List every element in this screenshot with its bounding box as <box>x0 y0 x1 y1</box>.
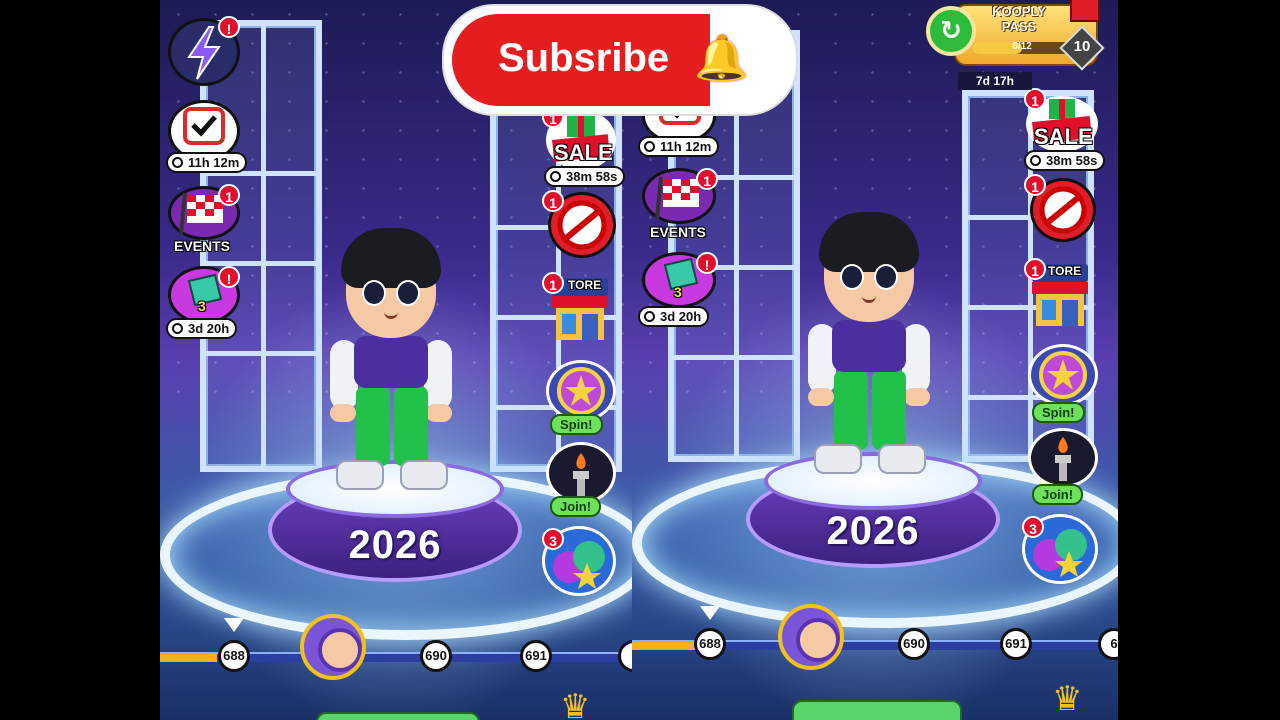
play-button[interactable] <box>316 712 480 720</box>
daily-timer: 11h 12m <box>638 136 720 157</box>
events-label: EVENTS <box>174 238 231 254</box>
player-avatar[interactable] <box>794 212 944 482</box>
no-ads-badge: 1 <box>1024 174 1046 196</box>
sale-timer: 38m 58s <box>544 166 626 187</box>
pack-count: 3 <box>674 284 682 300</box>
friends-badge: 3 <box>1022 516 1044 538</box>
events-badge: 1 <box>218 184 240 206</box>
current-level-marker <box>700 606 720 620</box>
events-label: EVENTS <box>650 224 707 240</box>
events-badge: 1 <box>696 168 718 190</box>
level-node-690[interactable]: 690 <box>420 640 452 672</box>
pass-progress-text: 6/12 <box>1012 41 1032 52</box>
subscribe-button[interactable]: Subsribe 🔔 <box>444 6 796 114</box>
level-node-688[interactable]: 688 <box>218 640 250 672</box>
pass-timer: 7d 17h <box>958 72 1032 90</box>
crown-icon[interactable]: ♛ <box>560 690 590 720</box>
pack-timer: 3d 20h <box>166 318 238 339</box>
level-track-fill <box>160 654 217 662</box>
current-level-marker <box>224 618 244 632</box>
pack-badge: ! <box>696 252 718 274</box>
pack-count: 3 <box>198 298 206 314</box>
pass-swirl-icon: ↻ <box>926 6 976 56</box>
spin-label[interactable]: Spin! <box>550 414 603 435</box>
pedestal: 2026 <box>746 452 1000 568</box>
torch-icon[interactable] <box>1028 428 1098 488</box>
subscribe-label: Subsribe <box>498 36 670 80</box>
level-node-690[interactable]: 690 <box>898 628 930 660</box>
player-avatar[interactable] <box>316 228 466 498</box>
spin-wheel-icon[interactable] <box>1028 344 1098 406</box>
level-node-691[interactable]: 691 <box>520 640 552 672</box>
sale-timer: 38m 58s <box>1024 150 1106 171</box>
level-node-next[interactable] <box>618 640 632 672</box>
reward-avatar-icon[interactable] <box>778 604 844 670</box>
reward-avatar-icon[interactable] <box>300 614 366 680</box>
level-node-688[interactable]: 688 <box>694 628 726 660</box>
join-label[interactable]: Join! <box>1032 484 1084 505</box>
no-ads-badge: 1 <box>542 190 564 212</box>
spin-label[interactable]: Spin! <box>1032 402 1085 423</box>
store-badge: 1 <box>542 272 564 294</box>
pedestal-year: 2026 <box>826 509 920 553</box>
pack-badge: ! <box>218 266 240 288</box>
store-label: TORE <box>568 278 602 292</box>
level-node-next[interactable]: 6 <box>1098 628 1118 660</box>
join-label[interactable]: Join! <box>550 496 602 517</box>
store-label: TORE <box>1048 264 1082 278</box>
level-node-691[interactable]: 691 <box>1000 628 1032 660</box>
pass-level: 10 <box>1073 38 1091 55</box>
friends-badge: 3 <box>542 528 564 550</box>
gift-icon[interactable] <box>1070 0 1100 22</box>
torch-icon[interactable] <box>546 442 616 504</box>
store-badge: 1 <box>1024 258 1046 280</box>
energy-badge: ! <box>218 16 240 38</box>
sale-badge: 1 <box>1024 88 1046 110</box>
kooply-pass[interactable]: ↻ KOOPLY PASS 6/12 10 <box>924 0 1105 71</box>
pedestal-year: 2026 <box>348 523 442 567</box>
daily-timer: 11h 12m <box>166 152 248 173</box>
sale-label: SALE <box>1034 124 1093 149</box>
bell-icon: 🔔 <box>694 33 749 84</box>
pack-timer: 3d 20h <box>638 306 710 327</box>
kooply-pass-title: KOOPLY PASS <box>992 4 1046 34</box>
crown-icon[interactable]: ♛ <box>1052 682 1082 716</box>
play-button[interactable] <box>792 700 962 720</box>
sale-label: SALE <box>554 140 613 165</box>
spin-wheel-icon[interactable] <box>546 360 616 422</box>
